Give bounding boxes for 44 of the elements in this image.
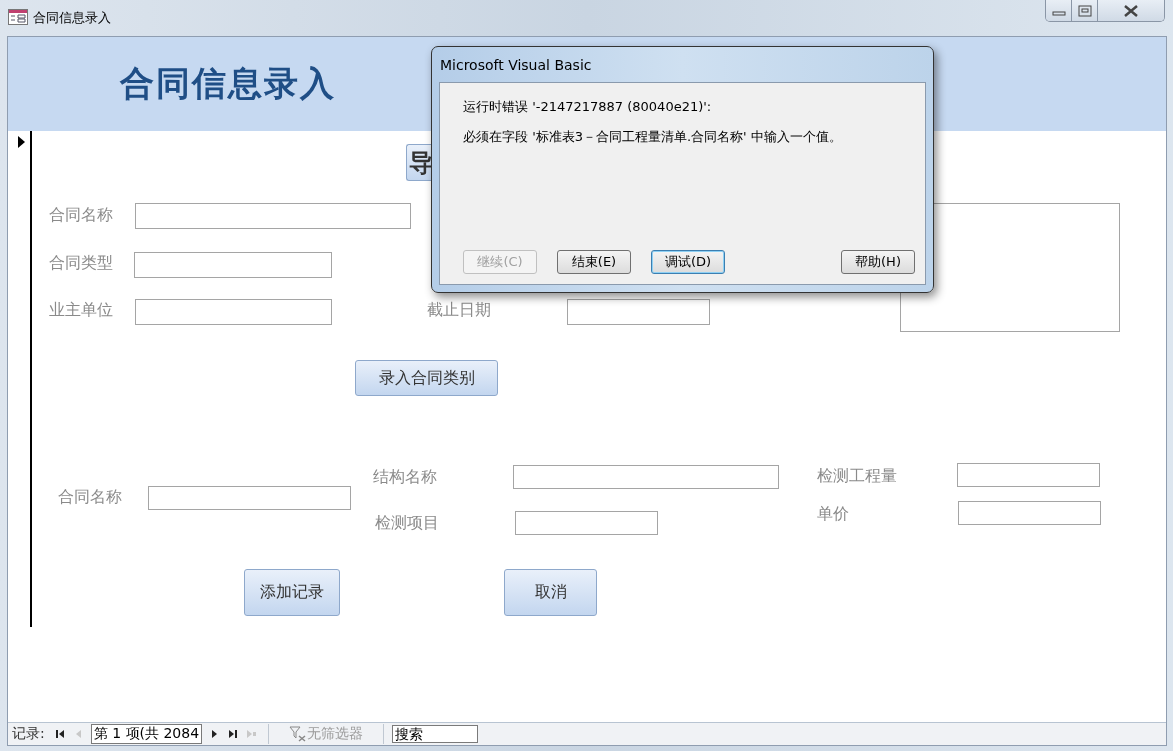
form-button[interactable]: 导	[406, 144, 432, 181]
new-record-icon[interactable]	[246, 729, 257, 739]
input-field[interactable]	[958, 501, 1101, 525]
current-record-icon	[18, 136, 25, 148]
record-label: 记录:	[12, 725, 45, 743]
close-button[interactable]	[1098, 0, 1164, 21]
field-label: 检测工程量	[817, 466, 897, 487]
window-title: 合同信息录入	[33, 9, 111, 27]
error-message: 必须在字段 '标准表3－合同工程量清单.合同名称' 中输入一个值。	[463, 128, 843, 146]
form-title: 合同信息录入	[120, 62, 336, 105]
filter-off-icon	[289, 726, 308, 742]
maximize-button[interactable]	[1072, 0, 1098, 21]
close-icon	[1123, 4, 1139, 17]
field-label: 检测项目	[375, 513, 439, 534]
search-field[interactable]: 搜索	[392, 725, 479, 743]
error-message: 运行时错误 '-2147217887 (80040e21)':	[463, 98, 713, 116]
first-record-icon[interactable]	[54, 729, 65, 739]
form-button[interactable]: 取消	[504, 569, 597, 616]
maximize-icon	[1077, 4, 1092, 17]
field-label: 合同名称	[58, 487, 122, 508]
field-label: 业主单位	[49, 300, 113, 321]
input-field[interactable]	[515, 511, 658, 535]
field-label: 单价	[817, 504, 849, 525]
dialog-button[interactable]: 帮助(H)	[841, 250, 915, 274]
input-field[interactable]	[567, 299, 710, 325]
dialog-button[interactable]: 调试(D)	[651, 250, 725, 274]
record-field[interactable]: 第 1 项(共 2084	[90, 724, 203, 744]
field-label: 截止日期	[427, 300, 491, 321]
form-button[interactable]: 添加记录	[244, 569, 340, 616]
field-label: 合同名称	[49, 205, 113, 226]
category-button[interactable]: 录入合同类别	[355, 360, 498, 396]
dialog-button[interactable]: 结束(E)	[557, 250, 631, 274]
minimize-button[interactable]	[1046, 0, 1072, 21]
field-label: 结构名称	[373, 467, 437, 488]
form-icon	[8, 9, 28, 25]
input-field[interactable]	[148, 486, 351, 510]
input-field[interactable]	[135, 299, 332, 325]
input-field[interactable]	[513, 465, 779, 489]
last-record-icon[interactable]	[228, 729, 239, 739]
dialog-title: Microsoft Visual Basic	[439, 56, 593, 75]
input-field[interactable]	[957, 463, 1100, 487]
input-field[interactable]	[135, 203, 411, 229]
field-label: 合同类型	[49, 253, 113, 274]
input-field[interactable]	[134, 252, 332, 278]
